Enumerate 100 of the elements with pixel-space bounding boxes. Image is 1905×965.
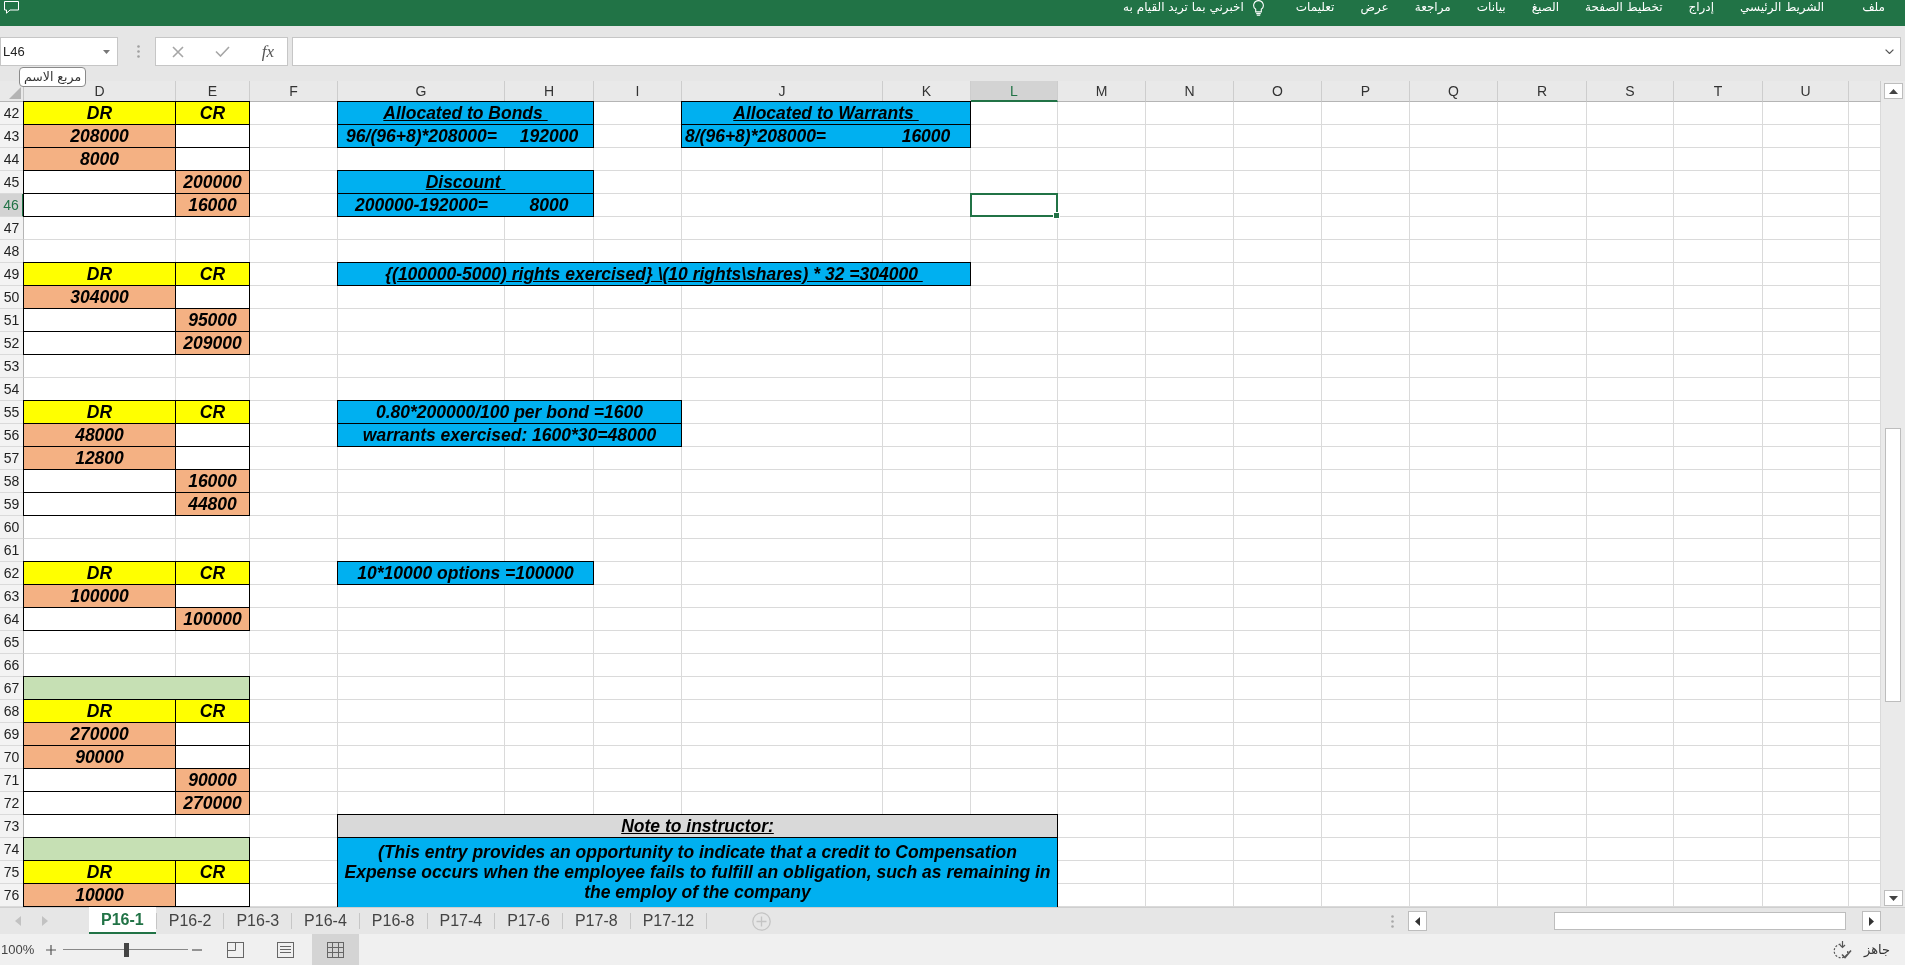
column-header[interactable]: Q [1410,81,1498,102]
row-header[interactable]: 58 [0,470,24,493]
column-header[interactable]: G [338,81,505,102]
row-header[interactable]: 71 [0,769,24,792]
row-header[interactable]: 56 [0,424,24,447]
slider-thumb[interactable] [123,942,129,957]
sheet-tab[interactable]: P17-12 [630,908,707,934]
row-header[interactable]: 47 [0,217,24,240]
note-title: Note to instructor: [337,814,1058,838]
row-header[interactable]: 42 [0,102,24,125]
row-header[interactable]: 45 [0,171,24,194]
column-header[interactable]: O [1234,81,1322,102]
row-header[interactable]: 61 [0,539,24,562]
sheet-tab[interactable]: P16-8 [359,908,427,934]
menu-tab[interactable]: تخطيط الصفحة [1585,0,1663,15]
row-header[interactable]: 68 [0,700,24,723]
row-header[interactable]: 75 [0,861,24,884]
accessibility-check-icon[interactable] [1832,940,1852,959]
caret-icon[interactable] [103,49,110,54]
column-header[interactable]: M [1058,81,1146,102]
menu-tab[interactable]: ملف [1862,0,1885,15]
column-header[interactable]: P [1322,81,1410,102]
column-header[interactable]: N [1146,81,1234,102]
minus-icon[interactable] [192,948,203,951]
row-header[interactable]: 55 [0,401,24,424]
scroll-right-button[interactable] [1862,911,1881,931]
tell-me-button[interactable]: اخبرني بما تريد القيام به [1123,0,1264,16]
column-header[interactable]: U [1763,81,1849,102]
sheet-tab[interactable]: P16-1 [89,907,156,934]
scroll-left-button[interactable] [1408,911,1427,931]
check-icon[interactable] [215,46,230,57]
column-header[interactable]: I [594,81,682,102]
heading-cell: CR [175,860,250,884]
sheet-tab[interactable]: P17-6 [495,908,562,934]
column-header[interactable]: J [682,81,883,102]
sheet-tab[interactable]: P16-2 [156,908,224,934]
row-header[interactable]: 48 [0,240,24,263]
menu-tab[interactable]: إدراج [1688,0,1715,15]
row-header[interactable]: 67 [0,677,24,700]
comment-icon[interactable] [4,1,19,14]
row-header[interactable]: 64 [0,608,24,631]
active-cell[interactable] [970,193,1058,217]
name-box[interactable]: L46 [0,37,118,66]
row-header[interactable]: 57 [0,447,24,470]
row-header[interactable]: 70 [0,746,24,769]
column-header[interactable]: K [883,81,971,102]
menu-tab[interactable]: تعليمات [1295,0,1335,15]
fill-handle[interactable] [1053,212,1060,219]
row-header[interactable]: 49 [0,263,24,286]
row-header[interactable]: 65 [0,631,24,654]
column-header[interactable]: F [250,81,338,102]
row-header[interactable]: 53 [0,355,24,378]
row-header[interactable]: 62 [0,562,24,585]
column-header[interactable]: S [1587,81,1674,102]
sheet-tab[interactable]: P16-4 [292,908,359,934]
menu-tab[interactable]: الشريط الرئيسي [1740,0,1825,15]
menu-tab[interactable]: بيانات [1476,0,1506,15]
vertical-scrollbar[interactable] [1881,81,1905,907]
row-header[interactable]: 54 [0,378,24,401]
scroll-thumb[interactable] [1885,428,1901,702]
sheet-tab[interactable]: P16-3 [224,908,292,934]
row-header[interactable]: 46 [0,194,24,217]
row-header[interactable]: 66 [0,654,24,677]
row-header[interactable]: 76 [0,884,24,907]
row-header[interactable]: 72 [0,792,24,815]
scroll-down-button[interactable] [1883,890,1903,906]
formula-input[interactable] [292,37,1901,66]
row-header[interactable]: 50 [0,286,24,309]
horizontal-scrollbar[interactable] [1408,910,1881,932]
menu-tab[interactable]: مراجعة [1414,0,1451,15]
row-header[interactable]: 69 [0,723,24,746]
scroll-up-button[interactable] [1883,83,1903,99]
insert-function-button[interactable]: fx [258,41,278,62]
normal-view-button[interactable] [312,934,360,965]
cancel-icon[interactable] [172,45,184,58]
column-header[interactable]: H [505,81,594,102]
column-header[interactable]: E [176,81,250,102]
row-header[interactable]: 74 [0,838,24,861]
heading-cell: CR [175,699,250,723]
row-header[interactable]: 44 [0,148,24,171]
row-header[interactable]: 73 [0,815,24,838]
scroll-thumb[interactable] [1554,912,1846,930]
row-header[interactable]: 43 [0,125,24,148]
heading-cell: DR [23,101,176,125]
lightbulb-icon [1252,0,1264,16]
column-header[interactable]: L [971,81,1058,102]
caret-icon[interactable] [1885,49,1894,54]
row-header[interactable]: 51 [0,309,24,332]
row-header[interactable]: 52 [0,332,24,355]
sheet-tab[interactable]: P17-4 [427,908,495,934]
menu-tab[interactable]: عرض [1360,0,1389,15]
plus-icon[interactable] [46,944,57,955]
row-header[interactable]: 60 [0,516,24,539]
column-header[interactable]: T [1674,81,1763,102]
row-header[interactable]: 59 [0,493,24,516]
row-header[interactable]: 63 [0,585,24,608]
column-header[interactable]: R [1498,81,1587,102]
zoom-level[interactable]: 100% [0,942,35,957]
sheet-tab[interactable]: P17-8 [562,908,630,934]
menu-tab[interactable]: الصيغ [1531,0,1560,15]
